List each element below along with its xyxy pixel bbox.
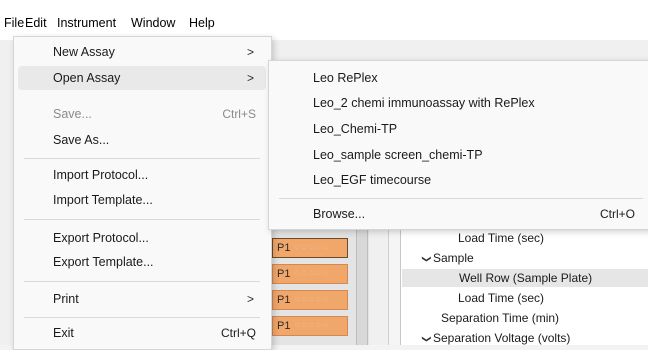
well-circles: ○○○○○	[294, 242, 330, 253]
menu-item-print[interactable]: Print >	[18, 287, 266, 311]
menu-item-label: Browse...	[313, 207, 366, 221]
menu-item-export-template[interactable]: Export Template...	[18, 250, 266, 274]
tree-item-separation-voltage[interactable]: ❯Separation Voltage (volts)	[421, 329, 570, 347]
chevron-right-icon: >	[246, 292, 254, 306]
menu-separator	[24, 158, 260, 159]
tree-item-separation-time[interactable]: Separation Time (min)	[441, 309, 559, 327]
plate-row[interactable]: P1 ○○○○○	[272, 238, 348, 258]
menu-help[interactable]: Help	[189, 14, 215, 32]
menu-item-import-template[interactable]: Import Template...	[18, 188, 266, 212]
menu-item-exit[interactable]: Exit Ctrl+Q	[18, 321, 266, 345]
plate-row[interactable]: P1 ○○○○○	[272, 316, 348, 336]
menu-item-export-protocol[interactable]: Export Protocol...	[18, 226, 266, 250]
protocol-tree: Load Time (sec) ❯Sample Well Row (Sample…	[400, 225, 648, 345]
menu-item-open-assay[interactable]: Open Assay >	[18, 66, 266, 90]
menu-item-label: Import Template...	[53, 193, 153, 207]
plate-row-label: P1	[277, 268, 291, 280]
recent-assay-item[interactable]: Leo RePlex	[273, 66, 645, 90]
chevron-right-icon: >	[246, 71, 254, 85]
recent-assay-item[interactable]: Leo_2 chemi immunoassay with RePlex	[273, 91, 645, 115]
menu-item-import-protocol[interactable]: Import Protocol...	[18, 163, 266, 187]
shortcut-label: Ctrl+O	[599, 207, 635, 221]
menu-separator	[24, 317, 260, 318]
recent-assay-item[interactable]: Leo_EGF timecourse	[273, 168, 645, 192]
recent-assay-label: Leo_EGF timecourse	[313, 173, 432, 187]
menu-separator	[279, 198, 643, 199]
menu-item-label: Save...	[53, 107, 92, 121]
recent-assay-label: Leo_Chemi-TP	[313, 122, 398, 136]
well-circles: ○○○○○	[294, 320, 330, 331]
open-assay-submenu: Leo RePlex Leo_2 chemi immunoassay with …	[268, 60, 648, 230]
menu-edit[interactable]: Edit	[25, 14, 47, 32]
chevron-right-icon: >	[246, 45, 254, 59]
plate-row-label: P1	[277, 320, 291, 332]
chevron-down-icon[interactable]: ❯	[418, 333, 436, 345]
menu-item-label: Exit	[53, 326, 74, 340]
shortcut-label: Ctrl+Q	[220, 326, 256, 340]
tree-item-load-time[interactable]: Load Time (sec)	[458, 229, 544, 247]
recent-assay-item[interactable]: Leo_Chemi-TP	[273, 117, 645, 141]
chevron-down-icon[interactable]: ❯	[418, 253, 436, 265]
recent-assay-label: Leo RePlex	[313, 71, 378, 85]
shortcut-label: Ctrl+S	[222, 107, 256, 121]
file-menu: New Assay > Open Assay > Save... Ctrl+S …	[13, 36, 272, 350]
menu-item-save[interactable]: Save... Ctrl+S	[18, 102, 266, 126]
recent-assay-label: Leo_sample screen_chemi-TP	[313, 148, 483, 162]
plate-row[interactable]: P1 ○○○○○	[272, 290, 348, 310]
menu-separator	[24, 281, 260, 282]
menu-item-label: Save As...	[53, 133, 110, 147]
menu-bar: File Edit Instrument Window Help	[0, 0, 648, 40]
menu-item-new-assay[interactable]: New Assay >	[18, 40, 266, 64]
menu-item-label: Open Assay	[53, 71, 121, 85]
menu-item-label: New Assay	[53, 45, 115, 59]
recent-assay-label: Leo_2 chemi immunoassay with RePlex	[313, 96, 535, 110]
tree-item-load-time[interactable]: Load Time (sec)	[458, 289, 544, 307]
tree-item-separation-voltage-label: Separation Voltage (volts)	[433, 331, 571, 345]
plate-scroll-edge	[356, 225, 368, 345]
plate-row[interactable]: P1 ○○○○○	[272, 264, 348, 284]
tree-item-sample[interactable]: ❯Sample	[421, 249, 474, 267]
menu-instrument[interactable]: Instrument	[57, 14, 116, 32]
tree-item-well-row[interactable]: Well Row (Sample Plate)	[402, 269, 648, 287]
plate-row-label: P1	[277, 242, 291, 254]
menu-item-label: Print	[53, 292, 79, 306]
recent-assay-item[interactable]: Leo_sample screen_chemi-TP	[273, 143, 645, 167]
menu-item-save-as[interactable]: Save As...	[18, 128, 266, 152]
menu-separator	[24, 219, 260, 220]
well-circles: ○○○○○	[294, 268, 330, 279]
menu-item-browse[interactable]: Browse... Ctrl+O	[273, 202, 645, 226]
well-circles: ○○○○○	[294, 294, 330, 305]
menu-item-label: Export Protocol...	[53, 231, 149, 245]
menu-item-label: Export Template...	[53, 255, 154, 269]
menu-item-label: Import Protocol...	[53, 168, 149, 182]
plate-row-label: P1	[277, 294, 291, 306]
menu-window[interactable]: Window	[131, 14, 175, 32]
menu-file[interactable]: File	[4, 14, 24, 32]
tree-item-sample-label: Sample	[433, 251, 474, 265]
